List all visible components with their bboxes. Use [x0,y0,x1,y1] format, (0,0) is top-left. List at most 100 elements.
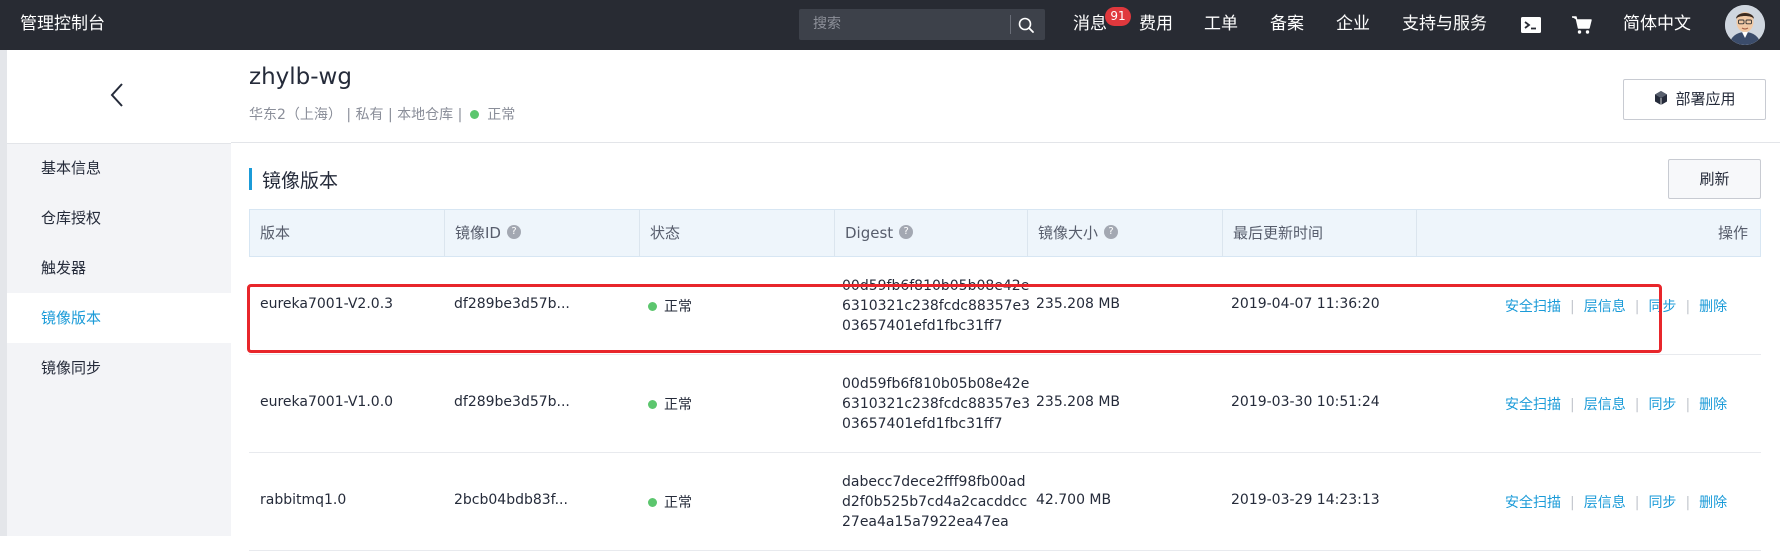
column-header-digest[interactable]: Digest? [835,210,1028,256]
avatar-portrait-icon [1725,5,1765,45]
cell-status: 正常 [648,394,692,414]
repo-region: 华东2（上海） [249,107,342,123]
action-separator: | [1570,397,1575,413]
deploy-application-button[interactable]: 部署应用 [1623,79,1766,120]
column-header-label: 镜像ID [455,224,501,242]
meta-separator: | [388,107,398,123]
help-question-icon[interactable]: ? [1104,225,1119,239]
column-header-label: 镜像大小 [1038,224,1099,242]
delete-link[interactable]: 删除 [1699,299,1727,315]
cell-updated: 2019-03-29 14:23:13 [1231,492,1380,508]
help-question-icon[interactable]: ? [899,225,914,239]
cell-updated: 2019-03-30 10:51:24 [1231,394,1380,410]
cube-icon [1655,91,1668,105]
digest-line: d2f0b525b7cd4a2cacddcc [842,494,1028,510]
column-header-label: 版本 [260,224,291,242]
action-separator: | [1685,299,1691,315]
search-icon[interactable] [1015,14,1037,36]
sidebar-item-repo-auth[interactable]: 仓库授权 [7,193,231,243]
security-scan-link[interactable]: 安全扫描 [1505,495,1561,511]
column-header-label: 最后更新时间 [1233,224,1324,242]
console-brand-link[interactable]: 管理控制台 [20,0,105,48]
column-header-version[interactable]: 版本 [250,210,445,256]
cell-size: 235.208 MB [1036,394,1121,410]
nav-support[interactable]: 支持与服务 [1402,0,1487,48]
cell-version: rabbitmq1.0 [260,492,347,508]
layer-info-link[interactable]: 层信息 [1584,495,1626,511]
repo-visibility: 私有 [355,107,384,123]
table-row: rabbitmq1.0 2bcb04bdb83f... 正常 dabecc7de… [249,453,1761,551]
search-input[interactable]: 搜索 [813,9,841,40]
status-text: 正常 [664,397,692,413]
section-title: 镜像版本 [262,170,339,192]
delete-link[interactable]: 删除 [1699,397,1727,413]
terminal-icon[interactable] [1519,13,1543,37]
status-text: 正常 [664,495,692,511]
table-row: eureka7001-V1.0.0 df289be3d57b... 正常 00d… [249,355,1761,453]
deploy-application-label: 部署应用 [1675,90,1736,108]
action-separator: | [1570,495,1575,511]
nav-enterprise[interactable]: 企业 [1336,0,1370,48]
repo-type: 本地仓库 [397,107,454,123]
cell-digest: dabecc7dece2fff98fb00ad d2f0b525b7cd4a2c… [842,472,1027,532]
nav-billing[interactable]: 费用 [1139,0,1173,48]
top-navigation-bar: 管理控制台 搜索 消息 91 费用 工单 备案 企业 支持与服务 简体中文 [0,0,1780,50]
column-header-size[interactable]: 镜像大小? [1028,210,1223,256]
sidebar-edge [0,50,7,536]
shopping-cart-icon[interactable] [1570,13,1594,37]
status-ok-icon [648,497,657,507]
cell-image-id: 2bcb04bdb83f... [454,492,568,508]
nav-icp-filing[interactable]: 备案 [1270,0,1304,48]
sidebar-item-basic-info[interactable]: 基本信息 [7,143,231,193]
cell-digest: 00d59fb6f810b05b08e42e 6310321c238fcdc88… [842,374,1030,434]
cell-image-id: df289be3d57b... [454,394,570,410]
meta-separator: | [346,107,356,123]
repo-status: 正常 [487,107,516,123]
digest-line: 27ea4a15a7922ea47ea [842,514,1009,530]
chevron-left-icon [110,83,123,107]
column-header-actions: 操作 [1417,210,1760,256]
sidebar-item-triggers[interactable]: 触发器 [7,243,231,293]
sidebar-item-image-sync[interactable]: 镜像同步 [7,343,231,393]
digest-line: 6310321c238fcdc88357e3 [842,396,1031,412]
section-accent-bar [249,168,252,190]
meta-separator: | [457,107,467,123]
search-divider [1010,15,1011,34]
delete-link[interactable]: 删除 [1699,495,1727,511]
nav-tickets[interactable]: 工单 [1204,0,1238,48]
row-actions: 安全扫描 | 层信息 | 同步 | 删除 [1505,492,1727,512]
status-ok-icon [648,399,657,409]
repo-meta: 华东2（上海） | 私有 | 本地仓库 | 正常 [249,104,515,124]
language-switcher[interactable]: 简体中文 [1623,0,1691,48]
action-separator: | [1685,495,1691,511]
image-versions-table-header: 版本 镜像ID? 状态 Digest? 镜像大小? 最后更新时间 操作 [249,209,1761,257]
cell-status: 正常 [648,492,692,512]
global-search-box[interactable]: 搜索 [799,9,1045,40]
highlight-annotation-box [247,284,1662,353]
column-header-status[interactable]: 状态 [640,210,835,256]
refresh-button[interactable]: 刷新 [1668,159,1761,199]
cell-version: eureka7001-V1.0.0 [260,394,394,410]
sync-link[interactable]: 同步 [1648,397,1676,413]
action-separator: | [1685,397,1691,413]
sync-link[interactable]: 同步 [1648,495,1676,511]
help-question-icon[interactable]: ? [506,225,521,239]
action-separator: | [1634,495,1640,511]
security-scan-link[interactable]: 安全扫描 [1505,397,1561,413]
digest-line: 03657401efd1fbc31ff7 [842,416,1003,432]
message-count-badge: 91 [1105,7,1131,26]
status-dot-icon [469,110,479,119]
layer-info-link[interactable]: 层信息 [1584,397,1626,413]
column-header-label: Digest [845,224,894,242]
sidebar-item-image-versions[interactable]: 镜像版本 [7,293,231,343]
user-avatar[interactable] [1725,5,1765,45]
column-header-label: 操作 [1717,224,1748,242]
cell-size: 42.700 MB [1036,492,1112,508]
nav-messages[interactable]: 消息 [1073,0,1107,48]
digest-line: 00d59fb6f810b05b08e42e [842,376,1030,392]
column-header-updated[interactable]: 最后更新时间 [1223,210,1417,256]
row-actions: 安全扫描 | 层信息 | 同步 | 删除 [1505,394,1727,414]
back-button[interactable] [7,50,231,144]
column-header-image-id[interactable]: 镜像ID? [445,210,640,256]
header-divider [231,142,1780,143]
